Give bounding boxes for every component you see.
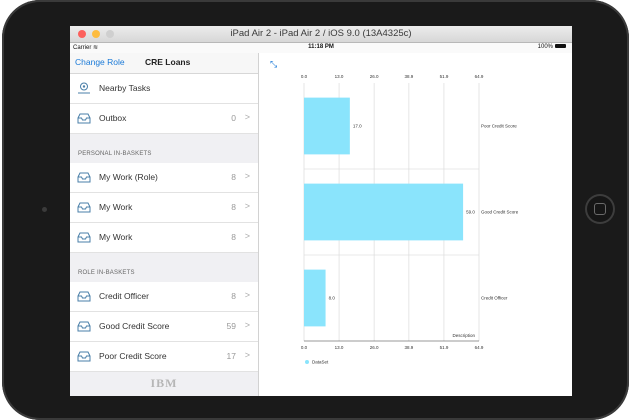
- section-header-role: ROLE IN-BASKETS: [78, 270, 135, 276]
- list-item-count: 17: [226, 351, 236, 361]
- axis-description-label: Description: [452, 333, 475, 338]
- location-pin-icon: [78, 82, 90, 94]
- bar-value-label: 59.0: [466, 210, 475, 215]
- sidebar: Change Role CRE Loans Nearby Tasks Outbo…: [70, 53, 259, 396]
- chevron-right-icon: >: [244, 112, 250, 122]
- bar: [304, 183, 464, 241]
- x-tick-label-bottom: 26.0: [370, 345, 379, 350]
- sidebar-navbar: Change Role CRE Loans: [70, 53, 258, 74]
- x-tick-label-top: 51.9: [440, 74, 449, 79]
- list-item-count: 8: [231, 291, 236, 301]
- battery-indicator: 100%: [538, 44, 566, 50]
- x-tick-label-top: 64.9: [475, 74, 484, 79]
- legend-label: DataSet: [312, 360, 329, 365]
- list-item-count: 8: [231, 232, 236, 242]
- change-role-button[interactable]: Change Role: [75, 57, 125, 67]
- simulator-window: iPad Air 2 - iPad Air 2 / iOS 9.0 (13A43…: [70, 26, 572, 396]
- list-item-my-work[interactable]: My Work 8 >: [70, 193, 258, 223]
- list-item-credit-officer[interactable]: Credit Officer 8 >: [70, 282, 258, 312]
- bar-value-label: 17.0: [353, 124, 362, 129]
- x-tick-label-top: 26.0: [370, 74, 379, 79]
- list-item-count: 8: [231, 202, 236, 212]
- list-item-my-work[interactable]: My Work 8 >: [70, 223, 258, 253]
- list-item-good-credit-score[interactable]: Good Credit Score 59 >: [70, 312, 258, 342]
- ios-status-bar: Carrier ≋ 11:18 PM 100%: [70, 43, 572, 53]
- list-item-label: Poor Credit Score: [99, 351, 167, 361]
- list-item-label: My Work: [99, 232, 133, 242]
- status-time: 11:18 PM: [308, 44, 334, 50]
- category-label: Poor Credit Score: [481, 124, 517, 129]
- x-tick-label-top: 38.9: [405, 74, 414, 79]
- category-label: Credit Officer: [481, 296, 508, 301]
- list-item-label: Credit Officer: [99, 291, 149, 301]
- chevron-right-icon: >: [244, 171, 250, 181]
- x-tick-label-top: 13.0: [335, 74, 344, 79]
- bar-value-label: 8.0: [329, 296, 336, 301]
- list-item-label: My Work (Role): [99, 172, 158, 182]
- chevron-right-icon: >: [244, 320, 250, 330]
- front-camera: [42, 207, 47, 212]
- list-item-count: 8: [231, 172, 236, 182]
- bar: [304, 269, 326, 327]
- list-item-label: My Work: [99, 202, 133, 212]
- inbox-tray-icon: [77, 291, 91, 302]
- list-item-outbox[interactable]: Outbox 0 >: [70, 104, 258, 134]
- inbox-tray-icon: [77, 113, 91, 124]
- inbox-tray-icon: [77, 172, 91, 183]
- x-tick-label-bottom: 38.9: [405, 345, 414, 350]
- bar: [304, 97, 350, 155]
- list-item-count: 59: [226, 321, 236, 331]
- home-button[interactable]: [585, 194, 615, 224]
- chevron-right-icon: >: [244, 290, 250, 300]
- x-tick-label-bottom: 64.9: [475, 345, 484, 350]
- x-tick-label-bottom: 0.0: [301, 345, 308, 350]
- list-item-nearby-tasks[interactable]: Nearby Tasks: [70, 74, 258, 104]
- x-tick-label-bottom: 51.9: [440, 345, 449, 350]
- legend-swatch: [305, 360, 309, 364]
- basket-list: Nearby Tasks Outbox 0 > PERSONAL IN-BASK…: [70, 74, 258, 372]
- list-item-label: Nearby Tasks: [99, 83, 151, 93]
- chevron-right-icon: >: [244, 231, 250, 241]
- chevron-right-icon: >: [244, 350, 250, 360]
- ibm-logo: IBM: [150, 376, 178, 390]
- nav-title: CRE Loans: [145, 57, 191, 67]
- window-title: iPad Air 2 - iPad Air 2 / iOS 9.0 (13A43…: [230, 28, 412, 39]
- list-item-my-work-role[interactable]: My Work (Role) 8 >: [70, 163, 258, 193]
- list-item-poor-credit-score[interactable]: Poor Credit Score 17 >: [70, 342, 258, 372]
- detail-pane: ⤡ 0.0 0.0 13.0 13.0 26.0 26.0 38.9 38.9 51.9 51.9…: [259, 53, 572, 396]
- list-item-label: Good Credit Score: [99, 321, 170, 331]
- x-tick-label-bottom: 13.0: [335, 345, 344, 350]
- battery-icon: [555, 44, 566, 49]
- inbox-tray-icon: [77, 351, 91, 362]
- section-header-personal: PERSONAL IN-BASKETS: [78, 151, 152, 157]
- inbox-tray-icon: [77, 202, 91, 213]
- chevron-right-icon: >: [244, 201, 250, 211]
- window-titlebar: iPad Air 2 - iPad Air 2 / iOS 9.0 (13A43…: [70, 26, 572, 43]
- list-item-count: 0: [231, 113, 236, 123]
- inbox-tray-icon: [77, 232, 91, 243]
- x-tick-label-top: 0.0: [301, 74, 308, 79]
- category-label: Good Credit Score: [481, 210, 519, 215]
- inbox-tray-icon: [77, 321, 91, 332]
- list-item-label: Outbox: [99, 113, 127, 123]
- bar-chart: 0.0 0.0 13.0 13.0 26.0 26.0 38.9 38.9 51.9 51.9 64…: [301, 74, 519, 365]
